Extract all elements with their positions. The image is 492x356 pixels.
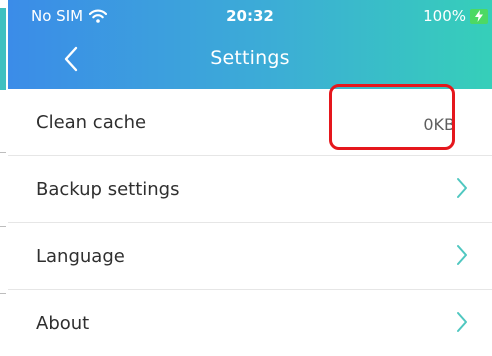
- settings-item-backup-settings[interactable]: Backup settings: [8, 156, 492, 223]
- header: No SIM 20:32 100% Settings: [8, 0, 492, 89]
- battery-status: 100%: [423, 7, 488, 25]
- settings-item-about[interactable]: About: [8, 290, 492, 356]
- edge-mark: [0, 293, 6, 294]
- chevron-right-icon: [457, 312, 467, 332]
- edge-accent: [0, 8, 6, 90]
- chevron-right-icon: [457, 245, 467, 265]
- battery-charging-icon: [470, 8, 488, 24]
- highlight-annotation: [329, 84, 455, 150]
- settings-item-label: About: [36, 313, 90, 334]
- battery-percent: 100%: [423, 7, 466, 25]
- page-title: Settings: [210, 47, 290, 69]
- chevron-right-icon: [457, 178, 467, 198]
- edge-mark: [0, 226, 6, 227]
- settings-item-language[interactable]: Language: [8, 223, 492, 290]
- settings-item-label: Clean cache: [36, 112, 147, 133]
- settings-item-label: Language: [36, 246, 125, 267]
- page-edge: [0, 0, 8, 356]
- status-time: 20:32: [226, 7, 274, 25]
- nav-bar: Settings: [8, 32, 492, 89]
- status-bar: No SIM 20:32 100%: [8, 0, 492, 32]
- edge-mark: [0, 152, 6, 153]
- settings-item-label: Backup settings: [36, 179, 180, 200]
